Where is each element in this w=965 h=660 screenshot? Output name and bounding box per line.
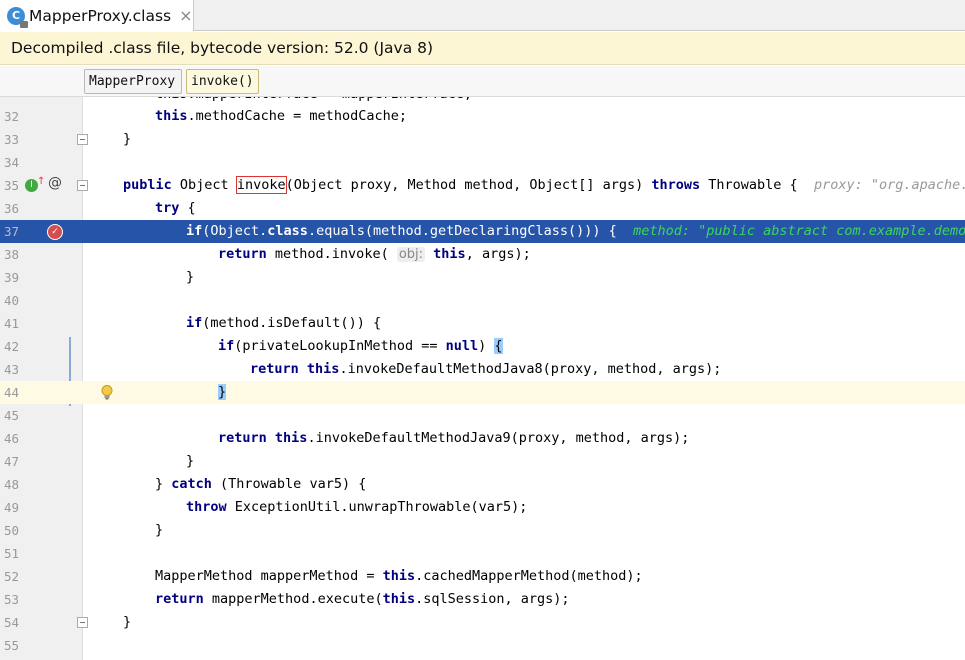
line-number: 37 [3,224,19,239]
code-text: if(Object.class.equals(method.getDeclari… [186,220,965,243]
code-line: 52 MapperMethod mapperMethod = this.cach… [0,565,965,588]
line-number: 33 [3,132,19,147]
line-number: 54 [3,615,19,630]
code-line: 40 [0,289,965,312]
code-text: } [218,381,227,404]
matched-brace: { [494,338,503,354]
line-number: 36 [3,201,19,216]
line-number: 40 [3,293,19,308]
debug-inline-value: method: "public abstract com.example.dem… [633,223,965,239]
line-number: 32 [3,109,19,124]
breadcrumb-class[interactable]: MapperProxy [84,69,182,94]
code-text: return method.invoke( obj: this, args); [218,246,531,262]
code-line: 54 } [0,611,965,634]
code-text: return mapperMethod.execute(this.sqlSess… [155,591,570,607]
code-line: 49 throw ExceptionUtil.unwrapThrowable(v… [0,496,965,519]
fold-marker-icon[interactable] [77,134,88,145]
code-text: throw ExceptionUtil.unwrapThrowable(var5… [186,499,528,515]
code-line: 46 return this.invokeDefaultMethodJava9(… [0,427,965,450]
notice-text: Decompiled .class file, bytecode version… [11,39,434,57]
line-number: 50 [3,523,19,538]
code-line: 39 } [0,266,965,289]
code-text: if(method.isDefault()) { [186,315,382,331]
code-line: 47 } [0,450,965,473]
arrow-up-icon: ↑ [37,176,46,187]
code-line: 33 } [0,128,965,151]
code-line: 48 } catch (Throwable var5) { [0,473,965,496]
code-line: 55 [0,634,965,657]
line-number: 46 [3,431,19,446]
debug-inline-value: proxy: "org.apache. [813,177,965,193]
breadcrumb: MapperProxy invoke() [0,66,965,97]
parameter-hint: obj: [396,247,426,262]
line-number: 49 [3,500,19,515]
line-number: 53 [3,592,19,607]
class-file-icon: C [7,6,28,28]
line-number: 43 [3,362,19,377]
line-number: 34 [3,155,19,170]
line-number: 38 [3,247,19,262]
code-text: return this.invokeDefaultMethodJava9(pro… [218,430,690,446]
code-text: public Object invoke(Object proxy, Metho… [123,174,965,197]
breadcrumb-method[interactable]: invoke() [186,69,259,94]
fold-marker-icon[interactable] [77,617,88,628]
code-text: } [123,131,132,147]
line-number: 42 [3,339,19,354]
code-text: try { [155,200,196,216]
line-number: 48 [3,477,19,492]
code-line: 42 if(privateLookupInMethod == null) { [0,335,965,358]
code-text: if(privateLookupInMethod == null) { [218,338,503,354]
code-line: 43 return this.invokeDefaultMethodJava8(… [0,358,965,381]
code-line: 51 [0,542,965,565]
code-line: 32 this.methodCache = methodCache; [0,105,965,128]
line-number: 35 [3,178,19,193]
lightbulb-icon[interactable] [101,385,113,400]
code-text: } catch (Throwable var5) { [155,476,367,492]
code-line: 53 return mapperMethod.execute(this.sqlS… [0,588,965,611]
at-sign-icon[interactable]: @ [48,175,62,191]
fold-marker-icon[interactable] [77,180,88,191]
code-text: } [186,453,195,469]
code-editor[interactable]: this.mapperInterface = mapperInterface; … [0,97,965,660]
decompiled-notice-banner: Decompiled .class file, bytecode version… [0,32,965,65]
tab-mapperproxy-class[interactable]: C MapperProxy.class × [0,0,194,31]
line-number: 41 [3,316,19,331]
line-number: 55 [3,638,19,653]
breakpoint-line: 37 ✓ if(Object.class.equals(method.getDe… [0,220,965,243]
code-text: MapperMethod mapperMethod = this.cachedM… [155,568,643,584]
code-line: 50 } [0,519,965,542]
line-number: 44 [3,385,19,400]
editor-tab-bar: C MapperProxy.class × [0,0,965,31]
code-line: 35 I ↑ @ public Object invoke(Object pro… [0,174,965,197]
current-line: 44 } [0,381,965,404]
matched-brace: } [218,384,227,400]
code-line: 34 [0,151,965,174]
code-line: 36 try { [0,197,965,220]
breakpoint-icon[interactable]: ✓ [47,224,63,240]
invoke-method-highlight: invoke [235,176,287,194]
code-text: } [123,614,132,630]
code-text: return this.invokeDefaultMethodJava8(pro… [250,361,722,377]
code-text: this.methodCache = methodCache; [155,108,407,124]
lock-icon [20,20,28,28]
line-number: 39 [3,270,19,285]
line-number: 47 [3,454,19,469]
line-number: 52 [3,569,19,584]
line-number: 45 [3,408,19,423]
code-line: 45 [0,404,965,427]
close-icon[interactable]: × [179,6,192,25]
code-line: 41 if(method.isDefault()) { [0,312,965,335]
code-text: } [155,522,164,538]
line-number: 51 [3,546,19,561]
code-line: 38 return method.invoke( obj: this, args… [0,243,965,266]
code-text: } [186,269,195,285]
tab-title: MapperProxy.class [29,6,172,25]
